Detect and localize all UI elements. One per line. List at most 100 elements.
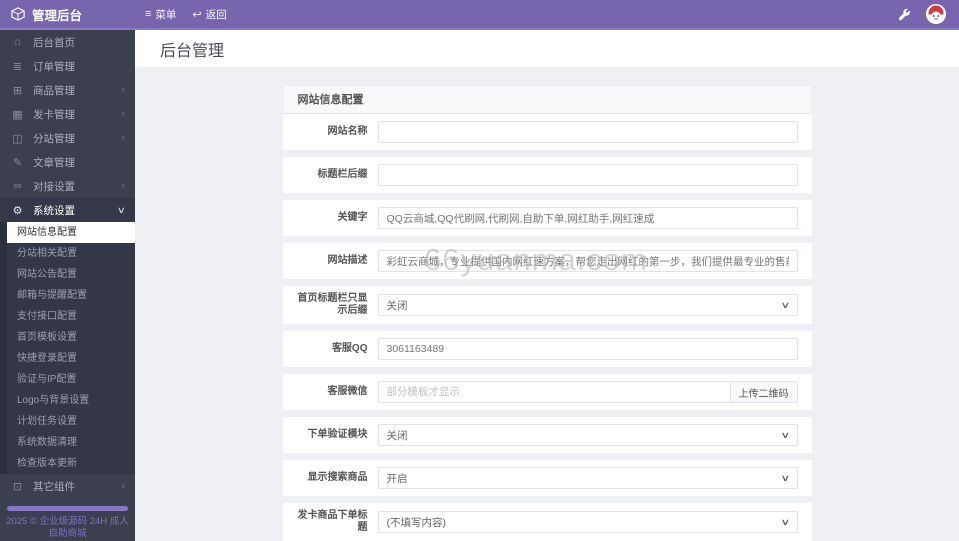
- form-row-site-name: 网站名称: [282, 114, 812, 150]
- products-icon: ⊞: [12, 84, 23, 97]
- submenu-item-substation[interactable]: 分站相关配置: [7, 243, 135, 264]
- field-label: 下单验证模块: [307, 429, 368, 440]
- sidebar-item-sites[interactable]: ◫ 分站管理: [0, 126, 135, 150]
- upload-qrcode-button[interactable]: 上传二维码: [730, 381, 798, 403]
- sidebar-item-system-settings[interactable]: ⚙ 系统设置: [0, 198, 135, 222]
- sidebar-item-label: 文章管理: [33, 156, 75, 169]
- sidebar-item-articles[interactable]: ✎ 文章管理: [0, 150, 135, 174]
- form-row-title-suffix-only: 首页标题栏只显示后缀 关闭: [282, 286, 812, 324]
- submenu-item-logo-bg[interactable]: Logo与背景设置: [7, 390, 135, 411]
- components-icon: ⊡: [12, 480, 23, 493]
- sidebar-item-integration[interactable]: ∞ 对接设置: [0, 174, 135, 198]
- brand-title: 管理后台: [32, 8, 83, 23]
- form-row-order-verify: 下单验证模块 关闭: [282, 417, 812, 453]
- title-suffix-only-select[interactable]: 关闭: [377, 294, 798, 316]
- menu-icon: ≡: [145, 8, 152, 20]
- field-label: 网站描述: [327, 255, 368, 266]
- site-description-input[interactable]: [377, 250, 798, 272]
- sidebar-item-label: 分站管理: [33, 132, 75, 145]
- chevron-left-icon: [121, 84, 125, 96]
- menu-toggle-button[interactable]: ≡ 菜单: [145, 7, 176, 22]
- sidebar-item-label: 后台首页: [33, 36, 75, 49]
- chevron-left-icon: [121, 132, 125, 144]
- sites-icon: ◫: [12, 132, 23, 145]
- site-info-panel: 网站信息配置 网站名称 标题栏后缀 关键字 网站描述 首页标题栏只显示后缀: [282, 85, 812, 541]
- sidebar-item-label: 其它组件: [33, 480, 75, 493]
- site-name-input[interactable]: [377, 121, 798, 143]
- submenu-item-payment[interactable]: 支付接口配置: [7, 306, 135, 327]
- back-button-label: 返回: [205, 8, 227, 21]
- field-label: 显示搜索商品: [307, 472, 368, 483]
- order-verify-select[interactable]: 关闭: [377, 424, 798, 446]
- field-label: 发卡商品下单标题: [297, 510, 368, 533]
- user-avatar[interactable]: [926, 4, 946, 24]
- app-brand[interactable]: 管理后台: [0, 5, 135, 24]
- back-icon: ↩: [192, 8, 202, 21]
- chevron-down-icon: [117, 205, 126, 216]
- submenu-item-version-check[interactable]: 检查版本更新: [7, 453, 135, 474]
- select-value: 开启: [386, 472, 408, 485]
- sidebar-item-label: 系统设置: [33, 204, 75, 217]
- form-row-title-suffix: 标题栏后缀: [282, 157, 812, 193]
- show-search-select[interactable]: 开启: [377, 467, 798, 489]
- form-row-service-qq: 客服QQ: [282, 331, 812, 367]
- chevron-down-icon: [780, 473, 790, 484]
- top-nav: ≡ 菜单 ↩ 返回: [145, 7, 227, 22]
- form-row-show-search: 显示搜索商品 开启: [282, 460, 812, 496]
- main-area: 后台管理 网站信息配置 网站名称 标题栏后缀 关键字 网站描述 首页标题栏只显: [135, 30, 959, 541]
- chevron-left-icon: [121, 480, 125, 492]
- page-titlebar: 后台管理: [135, 30, 959, 67]
- sidebar: ⌂ 后台首页 ≣ 订单管理 ⊞ 商品管理 ▦ 发卡管理 ◫ 分站管理 ✎ 文章管…: [0, 30, 135, 541]
- sidebar-item-label: 商品管理: [33, 84, 75, 97]
- home-icon: ⌂: [14, 36, 21, 48]
- select-value: 关闭: [386, 429, 408, 442]
- sidebar-item-home[interactable]: ⌂ 后台首页: [0, 30, 135, 54]
- chevron-down-icon: [780, 300, 790, 311]
- service-wechat-input[interactable]: [377, 381, 731, 403]
- sidebar-item-products[interactable]: ⊞ 商品管理: [0, 78, 135, 102]
- sidebar-copyright: 2025 © 企业级源码 24H 成人自助商城: [6, 516, 129, 539]
- field-label: 标题栏后缀: [317, 169, 368, 180]
- title-suffix-input[interactable]: [377, 164, 798, 186]
- form-row-description: 网站描述: [282, 243, 812, 279]
- field-label: 关键字: [337, 212, 368, 223]
- articles-icon: ✎: [12, 156, 23, 169]
- panel-title: 网站信息配置: [282, 85, 812, 114]
- sidebar-accent-bar: [7, 506, 128, 511]
- back-button[interactable]: ↩ 返回: [192, 7, 226, 22]
- cards-icon: ▦: [12, 108, 23, 121]
- card-order-title-select[interactable]: (不填写内容): [377, 511, 798, 533]
- submenu-item-template[interactable]: 首页模板设置: [7, 327, 135, 348]
- cube-logo-icon: [11, 7, 25, 21]
- form-row-card-order-title: 发卡商品下单标题 (不填写内容): [282, 503, 812, 541]
- sidebar-item-orders[interactable]: ≣ 订单管理: [0, 54, 135, 78]
- sidebar-item-label: 对接设置: [33, 180, 75, 193]
- submenu-item-cron[interactable]: 计划任务设置: [7, 411, 135, 432]
- field-label: 客服QQ: [331, 343, 368, 354]
- field-label: 首页标题栏只显示后缀: [297, 293, 368, 316]
- gear-icon: ⚙: [12, 204, 23, 217]
- top-header: 管理后台 ≡ 菜单 ↩ 返回: [0, 0, 959, 30]
- chevron-left-icon: [121, 180, 125, 192]
- form-row-service-wechat: 客服微信 上传二维码: [282, 374, 812, 410]
- submenu-item-email[interactable]: 邮箱与提醒配置: [7, 285, 135, 306]
- page-title: 后台管理: [160, 42, 225, 60]
- chevron-down-icon: [780, 517, 790, 528]
- sidebar-item-other-components[interactable]: ⊡ 其它组件: [0, 474, 135, 498]
- submenu-item-verify-ip[interactable]: 验证与IP配置: [7, 369, 135, 390]
- form-row-keywords: 关键字: [282, 200, 812, 236]
- keywords-input[interactable]: [377, 207, 798, 229]
- submenu-item-announcement[interactable]: 网站公告配置: [7, 264, 135, 285]
- submenu-item-site-info[interactable]: 网站信息配置: [7, 222, 135, 243]
- select-value: 关闭: [386, 299, 408, 312]
- field-label: 网站名称: [327, 126, 368, 137]
- service-qq-input[interactable]: [377, 338, 798, 360]
- select-value: (不填写内容): [386, 516, 447, 529]
- header-right: [898, 4, 959, 24]
- menu-toggle-label: 菜单: [155, 8, 177, 21]
- wrench-icon[interactable]: [898, 8, 911, 21]
- chevron-left-icon: [121, 108, 125, 120]
- sidebar-item-cards[interactable]: ▦ 发卡管理: [0, 102, 135, 126]
- submenu-item-data-clean[interactable]: 系统数据清理: [7, 432, 135, 453]
- submenu-item-quick-login[interactable]: 快捷登录配置: [7, 348, 135, 369]
